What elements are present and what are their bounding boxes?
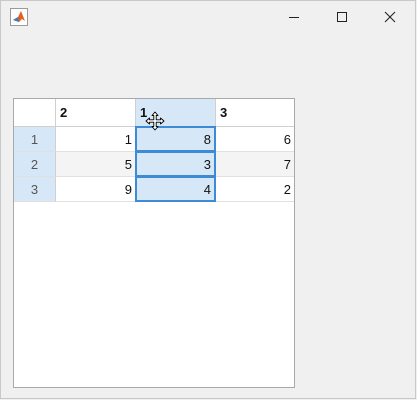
table-cell[interactable]: 5 — [56, 152, 136, 177]
maximize-button[interactable] — [319, 1, 365, 33]
close-icon — [384, 11, 396, 23]
move-cursor-icon — [145, 111, 165, 131]
row-header[interactable]: 2 — [14, 152, 56, 177]
table-corner — [14, 99, 56, 127]
table-cell-selected[interactable]: 3 — [135, 151, 216, 177]
table-cell-selected[interactable]: 4 — [135, 176, 216, 202]
row-header[interactable]: 1 — [14, 127, 56, 152]
title-bar[interactable] — [1, 1, 415, 33]
table-cell[interactable]: 9 — [56, 177, 136, 202]
figure-window: 2 1 3 1 1 8 6 2 5 3 7 3 9 4 2 — [0, 0, 416, 399]
column-header[interactable]: 3 — [216, 99, 294, 127]
table-cell[interactable]: 6 — [216, 127, 294, 152]
minimize-button[interactable] — [271, 1, 317, 33]
row-header[interactable]: 3 — [14, 177, 56, 202]
column-header[interactable]: 2 — [56, 99, 136, 127]
table-cell[interactable]: 7 — [216, 152, 294, 177]
table-cell[interactable]: 1 — [56, 127, 136, 152]
close-button[interactable] — [367, 1, 413, 33]
maximize-icon — [337, 12, 347, 22]
matlab-logo-icon — [10, 8, 28, 26]
table-cell[interactable]: 2 — [216, 177, 294, 202]
minimize-icon — [289, 17, 299, 18]
ui-table[interactable]: 2 1 3 1 1 8 6 2 5 3 7 3 9 4 2 — [13, 98, 295, 388]
